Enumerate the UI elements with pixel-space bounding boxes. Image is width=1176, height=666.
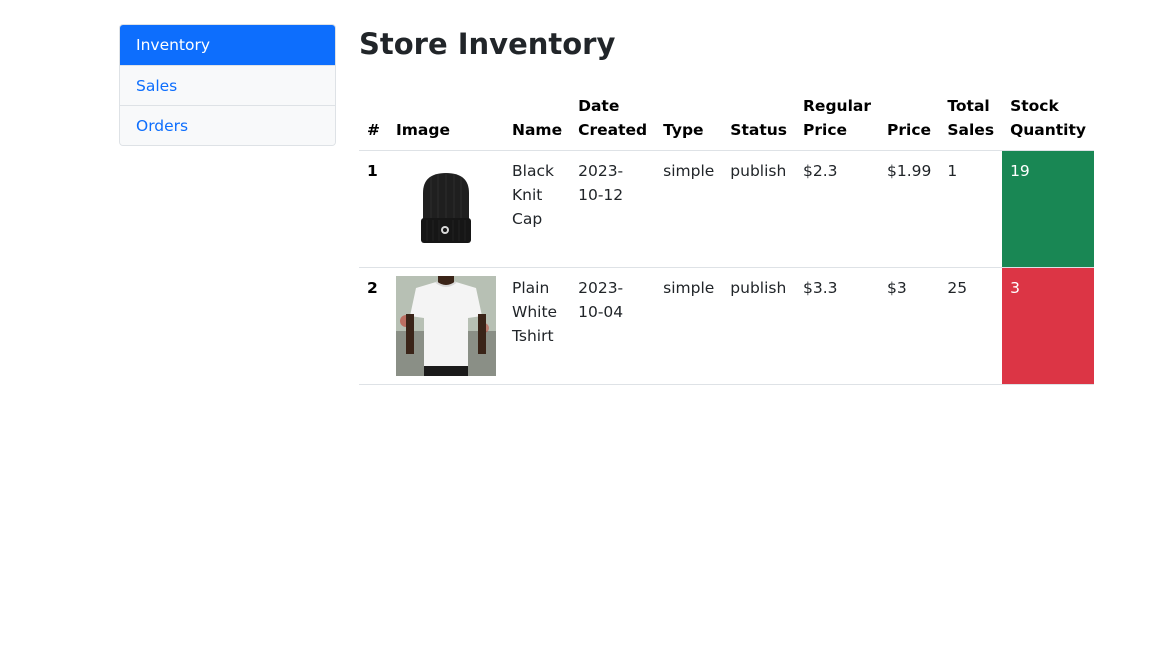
header-index: #	[359, 88, 388, 151]
row-name: Plain White Tshirt	[504, 267, 571, 385]
row-price: $3	[879, 267, 940, 385]
header-price: Price	[879, 88, 940, 151]
black-knit-cap-image	[396, 159, 496, 259]
row-total-sales: 1	[939, 150, 1003, 268]
header-image: Image	[388, 88, 504, 151]
row-status: publish	[722, 150, 795, 268]
header-regular-price: Regular Price	[795, 88, 879, 151]
table-row: 1 Black Knit Cap 2023-10-12 simple publi…	[359, 150, 1095, 268]
header-status: Status	[722, 88, 795, 151]
header-date-created: Date Created	[570, 88, 656, 151]
row-index: 1	[359, 150, 388, 268]
row-date-created: 2023-10-12	[570, 150, 656, 268]
header-name: Name	[504, 88, 571, 151]
sidebar-item-sales[interactable]: Sales	[120, 65, 335, 105]
row-image-cell	[388, 267, 504, 385]
sidebar-item-inventory[interactable]: Inventory	[120, 25, 335, 65]
row-image-cell	[388, 150, 504, 268]
row-regular-price: $2.3	[795, 150, 879, 268]
table-row: 2 Plain White Tshirt 2023-10-04 simple p…	[359, 267, 1095, 385]
row-type: simple	[655, 267, 723, 385]
header-total-sales: Total Sales	[939, 88, 1003, 151]
row-type: simple	[655, 150, 723, 268]
plain-white-tshirt-image	[396, 276, 496, 376]
row-date-created: 2023-10-04	[570, 267, 656, 385]
inventory-table: # Image Name Date Created Type Status Reg…	[359, 88, 1095, 385]
sidebar-item-orders[interactable]: Orders	[120, 105, 335, 145]
row-total-sales: 25	[939, 267, 1003, 385]
table-header-row: # Image Name Date Created Type Status Reg…	[359, 88, 1095, 151]
row-name: Black Knit Cap	[504, 150, 571, 268]
header-type: Type	[655, 88, 723, 151]
page-title: Store Inventory	[359, 27, 616, 61]
row-stock-quantity: 19	[1002, 150, 1095, 268]
row-index: 2	[359, 267, 388, 385]
row-regular-price: $3.3	[795, 267, 879, 385]
header-stock-quantity: Stock Quantity	[1002, 88, 1095, 151]
row-stock-quantity: 3	[1002, 267, 1095, 385]
sidebar-nav: Inventory Sales Orders	[119, 24, 336, 146]
row-price: $1.99	[879, 150, 940, 268]
row-status: publish	[722, 267, 795, 385]
